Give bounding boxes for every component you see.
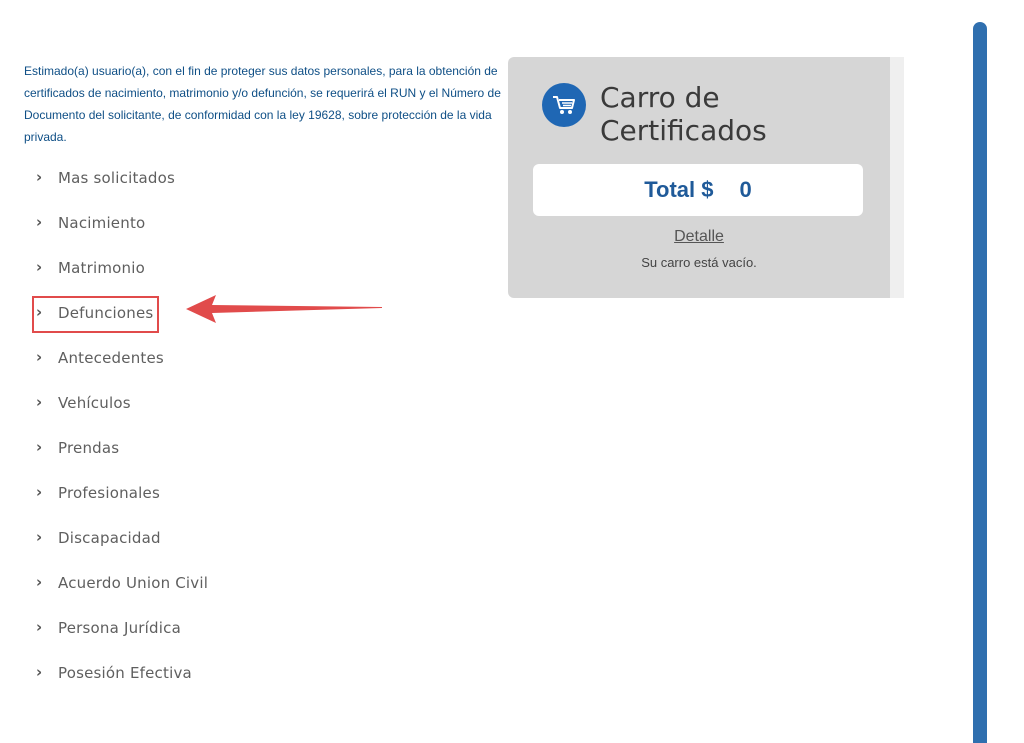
cart-total-box: Total $ 0 — [533, 164, 863, 216]
highlight-box-defunciones — [32, 296, 159, 333]
menu-item-vehiculos[interactable]: › Vehículos — [36, 391, 208, 436]
chevron-right-icon: › — [36, 393, 43, 411]
menu-item-profesionales[interactable]: › Profesionales — [36, 481, 208, 526]
menu-item-label: Matrimonio — [58, 259, 145, 277]
scrollbar-thumb[interactable] — [973, 22, 987, 743]
shopping-cart-icon — [542, 83, 586, 127]
menu-item-matrimonio[interactable]: › Matrimonio — [36, 256, 208, 301]
menu-item-discapacidad[interactable]: › Discapacidad — [36, 526, 208, 571]
privacy-notice: Estimado(a) usuario(a), con el fin de pr… — [24, 64, 501, 144]
chevron-right-icon: › — [36, 483, 43, 501]
cart-empty-message: Su carro está vacío. — [641, 255, 757, 270]
chevron-right-icon: › — [36, 528, 43, 546]
menu-item-label: Prendas — [58, 439, 120, 457]
chevron-right-icon: › — [36, 348, 43, 366]
chevron-right-icon: › — [36, 168, 43, 186]
menu-item-label: Mas solicitados — [58, 169, 176, 187]
chevron-right-icon: › — [36, 258, 43, 276]
menu-item-label: Posesión Efectiva — [58, 664, 192, 682]
menu-item-persona-juridica[interactable]: › Persona Jurídica — [36, 616, 208, 661]
certificate-category-menu: › Mas solicitados › Nacimiento › Matrimo… — [36, 166, 208, 706]
menu-item-label: Profesionales — [58, 484, 160, 502]
cart-detail-link[interactable]: Detalle — [508, 228, 890, 246]
menu-item-posesion-efectiva[interactable]: › Posesión Efectiva — [36, 661, 208, 706]
cart-panel: Carro de Certificados Total $ 0 Detalle … — [508, 57, 890, 298]
menu-item-acuerdo-union-civil[interactable]: › Acuerdo Union Civil — [36, 571, 208, 616]
menu-item-label: Vehículos — [58, 394, 131, 412]
chevron-right-icon: › — [36, 573, 43, 591]
menu-item-label: Acuerdo Union Civil — [58, 574, 209, 592]
menu-item-prendas[interactable]: › Prendas — [36, 436, 208, 481]
cart-panel-edge — [890, 57, 904, 298]
cart-title: Carro de Certificados — [600, 81, 767, 147]
total-label: Total $ — [644, 177, 714, 202]
total-value: 0 — [739, 177, 752, 202]
menu-item-nacimiento[interactable]: › Nacimiento — [36, 211, 208, 256]
chevron-right-icon: › — [36, 618, 43, 636]
menu-item-label: Discapacidad — [58, 529, 161, 547]
menu-item-label: Persona Jurídica — [58, 619, 181, 637]
chevron-right-icon: › — [36, 213, 43, 231]
menu-item-mas-solicitados[interactable]: › Mas solicitados — [36, 166, 208, 211]
menu-item-label: Antecedentes — [58, 349, 164, 367]
menu-item-label: Nacimiento — [58, 214, 146, 232]
chevron-right-icon: › — [36, 438, 43, 456]
chevron-right-icon: › — [36, 663, 43, 681]
menu-item-antecedentes[interactable]: › Antecedentes — [36, 346, 208, 391]
annotation-arrow-icon — [186, 295, 382, 323]
